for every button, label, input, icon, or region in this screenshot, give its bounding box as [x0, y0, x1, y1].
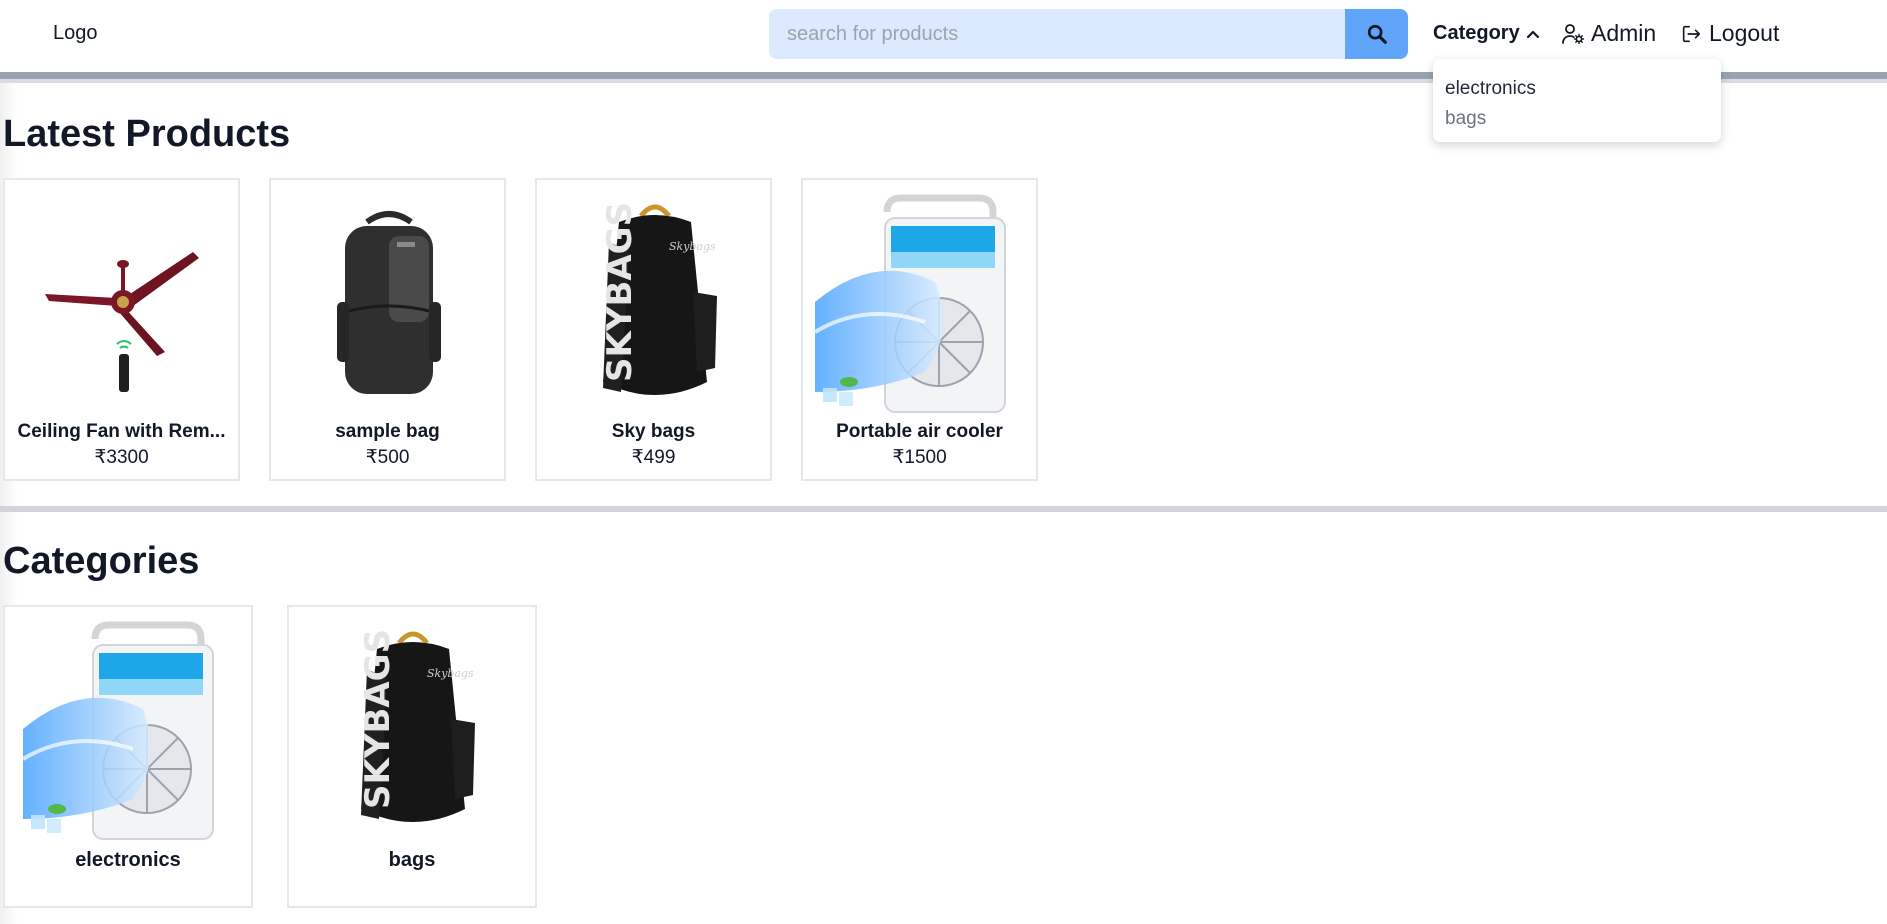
- categories-title: Categories: [3, 540, 200, 582]
- logout-icon: [1682, 25, 1701, 42]
- product-name: Sky bags: [611, 421, 696, 442]
- product-card[interactable]: Ceiling Fan with Rem... ₹3300: [3, 178, 240, 481]
- section-divider: [0, 506, 1887, 512]
- air-cooler-image: [21, 621, 214, 840]
- product-price: ₹1500: [892, 447, 947, 468]
- svg-text:Skybags: Skybags: [427, 667, 474, 680]
- svg-text:SKYBAGS: SKYBAGS: [358, 629, 398, 809]
- logout-link[interactable]: Logout: [1680, 20, 1779, 47]
- skybags-backpack-image: SKYBAGS Skybags: [600, 202, 717, 395]
- product-price: ₹3300: [94, 447, 149, 468]
- search-bar: [769, 9, 1408, 59]
- product-name: Portable air cooler: [836, 421, 1003, 442]
- user-cog-icon: [1562, 23, 1585, 44]
- search-input[interactable]: [769, 9, 1345, 59]
- svg-text:SKYBAGS: SKYBAGS: [600, 202, 640, 382]
- dropdown-item-electronics[interactable]: electronics: [1445, 74, 1709, 104]
- category-dropdown: electronics bags: [1433, 59, 1721, 142]
- product-price: ₹500: [365, 447, 410, 468]
- category-card-bags[interactable]: SKYBAGS Skybags bags: [287, 605, 537, 908]
- ceiling-fan-image: [45, 252, 199, 392]
- product-card[interactable]: SKYBAGS Skybags Sky bags ₹499: [535, 178, 772, 481]
- category-label: Category: [1433, 22, 1520, 44]
- latest-products-title: Latest Products: [3, 113, 291, 155]
- logout-label: Logout: [1709, 20, 1780, 46]
- search-icon: [1367, 24, 1387, 44]
- skybags-backpack-image: SKYBAGS Skybags: [358, 629, 475, 822]
- category-name: electronics: [75, 849, 181, 871]
- admin-label: Admin: [1591, 20, 1657, 46]
- dropdown-item-bags[interactable]: bags: [1445, 104, 1709, 134]
- product-name: sample bag: [335, 421, 440, 442]
- product-card[interactable]: sample bag ₹500: [269, 178, 506, 481]
- air-cooler-image: [815, 194, 1006, 413]
- product-price: ₹499: [631, 447, 676, 468]
- svg-text:Skybags: Skybags: [669, 240, 716, 253]
- category-menu-toggle[interactable]: Category: [1433, 22, 1540, 45]
- product-card[interactable]: Portable air cooler ₹1500: [801, 178, 1038, 481]
- logo[interactable]: Logo: [53, 22, 98, 45]
- search-button[interactable]: [1345, 9, 1408, 59]
- chevron-up-icon: [1526, 30, 1539, 38]
- category-card-electronics[interactable]: electronics: [3, 605, 253, 908]
- category-name: bags: [388, 849, 436, 871]
- admin-link[interactable]: Admin: [1561, 20, 1656, 47]
- product-name: Ceiling Fan with Rem...: [17, 421, 226, 442]
- backpack-image: [337, 211, 441, 394]
